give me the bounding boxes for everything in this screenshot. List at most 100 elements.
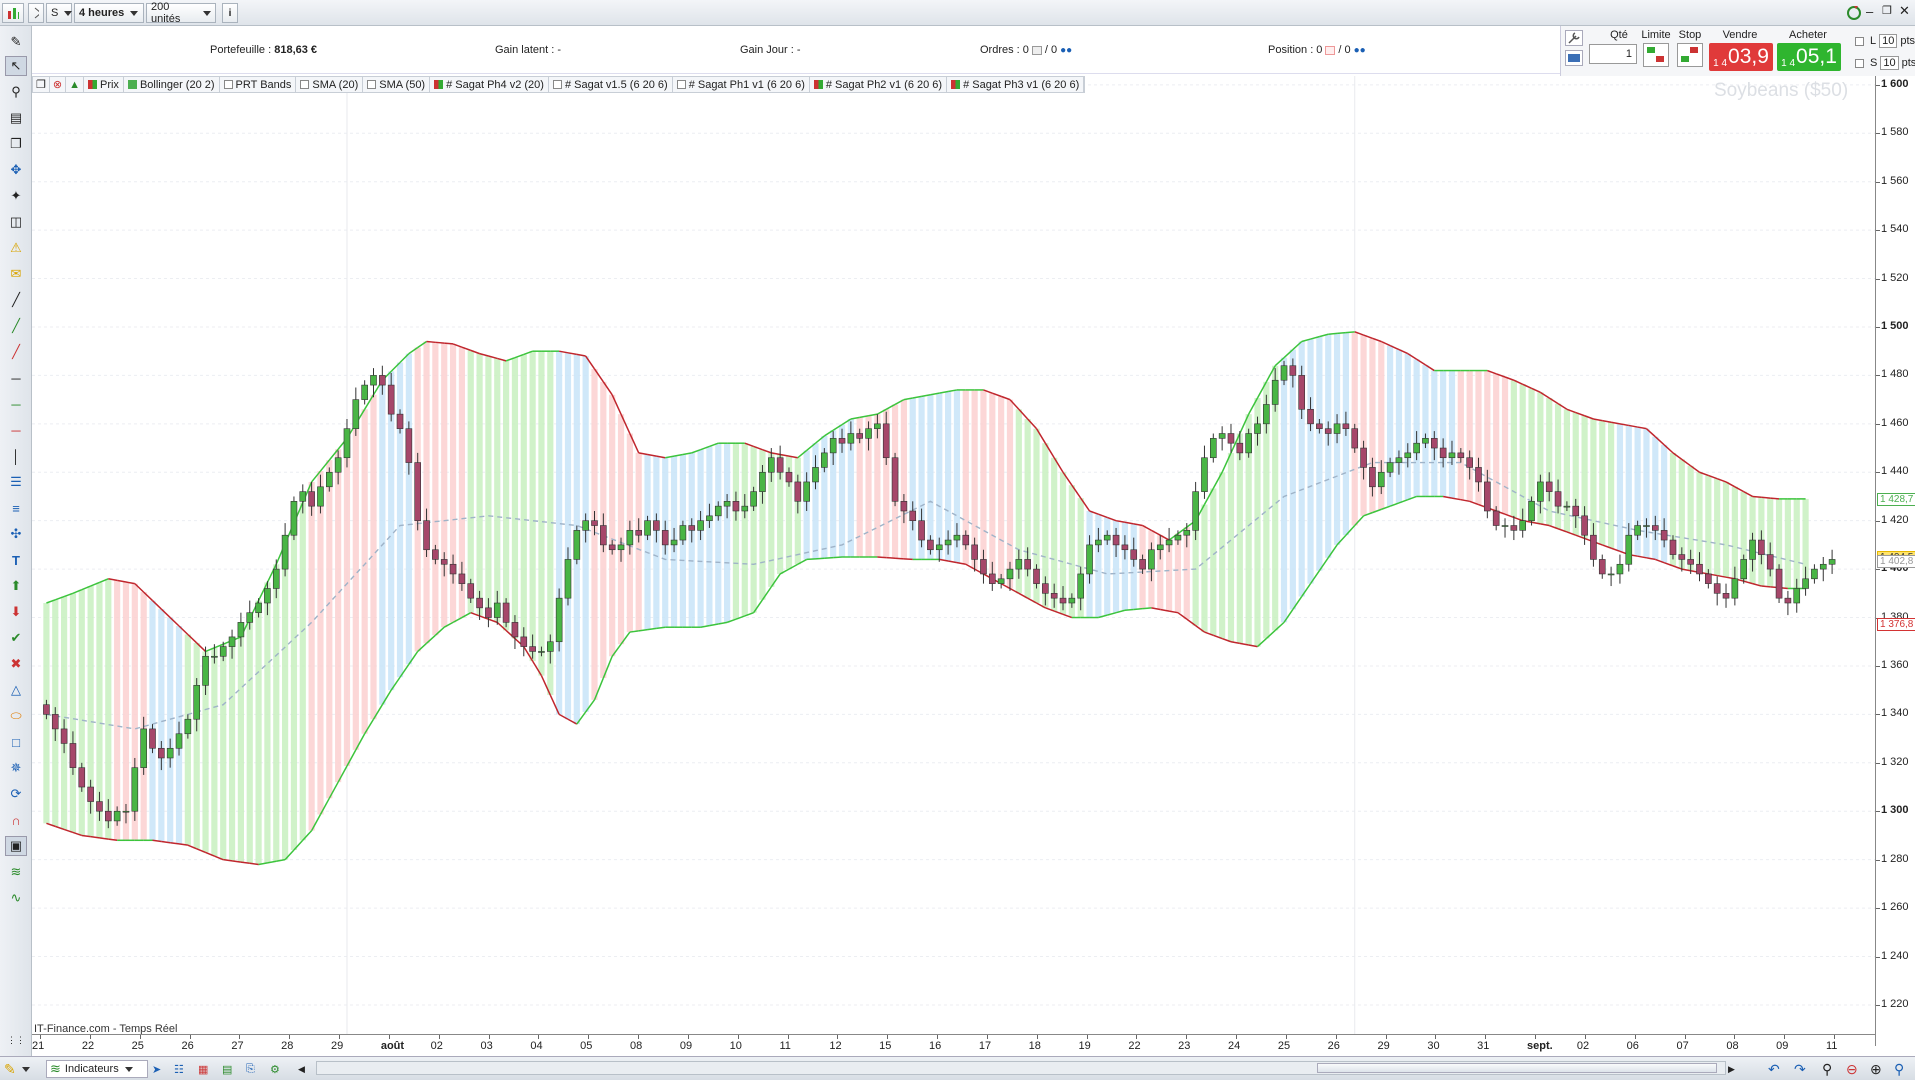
code-icon[interactable]: ▤ bbox=[222, 1060, 238, 1078]
red-line-icon[interactable]: ╱ bbox=[5, 342, 27, 362]
orders-list-icon[interactable] bbox=[1031, 45, 1042, 55]
fan-icon[interactable]: ✣ bbox=[5, 524, 27, 544]
time-axis[interactable]: 21 22 25 26 27 28 29 août 02 03 04 05 08 09 10 11 12 15 16… bbox=[32, 1034, 1875, 1056]
collapse-icon[interactable]: ⋮⋮ bbox=[5, 1030, 27, 1050]
stop-points-input[interactable]: 10 bbox=[1880, 56, 1899, 70]
horizontal-green-icon[interactable]: ─ bbox=[5, 394, 27, 414]
bell-icon[interactable]: ✉ bbox=[5, 264, 27, 284]
draw-menu-icon[interactable]: ✎ bbox=[4, 1060, 38, 1078]
redo-icon[interactable]: ↷ bbox=[1794, 1060, 1812, 1078]
band-stripe bbox=[909, 398, 916, 560]
scroll-left-icon[interactable]: ◀ bbox=[298, 1060, 314, 1078]
timeframe-selector[interactable]: 4 heures bbox=[74, 3, 144, 23]
pitchfork-icon[interactable]: ✵ bbox=[5, 758, 27, 778]
text-icon[interactable]: T bbox=[5, 550, 27, 570]
arrow-down-icon[interactable]: ⬇ bbox=[5, 602, 27, 622]
magic-icon[interactable]: ✦ bbox=[5, 186, 27, 206]
stop-checkbox[interactable] bbox=[1855, 58, 1864, 68]
zoom-out-icon[interactable]: ⊖ bbox=[1846, 1060, 1864, 1078]
minimize-icon[interactable]: – bbox=[1866, 4, 1880, 22]
cycle-icon[interactable]: ⟳ bbox=[5, 784, 27, 804]
backtest-icon[interactable]: ▦ bbox=[198, 1060, 214, 1078]
position-link-icon[interactable]: ●● bbox=[1354, 45, 1366, 56]
legend-item-sagat-ph1[interactable]: # Sagat Ph1 v1 (6 20 6) bbox=[673, 76, 810, 93]
green-line-icon[interactable]: ╱ bbox=[5, 316, 27, 336]
triangle-icon[interactable]: △ bbox=[5, 680, 27, 700]
legend-close-icon[interactable]: ⊗ bbox=[50, 76, 67, 93]
zigzag-icon[interactable]: ∿ bbox=[5, 888, 27, 908]
legend-item-sagat-ph4[interactable]: # Sagat Ph4 v2 (20) bbox=[430, 76, 549, 93]
legend-item-sagat-ph2[interactable]: # Sagat Ph2 v1 (6 20 6) bbox=[810, 76, 948, 93]
legend-item-sagat-v15[interactable]: # Sagat v1.5 (6 20 6) bbox=[549, 76, 673, 93]
keypad-icon[interactable] bbox=[1565, 50, 1583, 66]
refresh-icon[interactable] bbox=[1845, 4, 1863, 22]
cross-icon[interactable]: ✖ bbox=[5, 654, 27, 674]
stop-order-button[interactable] bbox=[1677, 43, 1703, 67]
move-icon[interactable]: ✥ bbox=[5, 160, 27, 180]
cursor-icon[interactable]: ↖ bbox=[5, 56, 27, 76]
wrench-icon[interactable] bbox=[1565, 30, 1583, 46]
candle-body bbox=[228, 636, 236, 647]
undo-icon[interactable]: ↶ bbox=[1768, 1060, 1786, 1078]
legend-item-sagat-ph3[interactable]: # Sagat Ph3 v1 (6 20 6) bbox=[947, 76, 1085, 93]
candle-body bbox=[1289, 365, 1297, 376]
legend-item-bollinger[interactable]: Bollinger (20 2) bbox=[124, 76, 220, 93]
share-icon[interactable]: ➤ bbox=[152, 1060, 168, 1078]
legend-item-prix[interactable]: Prix bbox=[84, 76, 124, 93]
trading-system-icon[interactable]: ⚙ bbox=[270, 1060, 286, 1078]
limit-order-button[interactable] bbox=[1643, 43, 1669, 67]
candle-body bbox=[237, 622, 245, 638]
sell-button[interactable]: 1 4 03,9 bbox=[1709, 43, 1773, 71]
chart-type-icon[interactable] bbox=[2, 3, 24, 23]
zoom-icon[interactable]: ⚲ bbox=[5, 82, 27, 102]
price-axis[interactable]: 1 600 1 580 1 560 1 540 1 520 1 500 1 480 1 460… bbox=[1875, 76, 1915, 1046]
units-selector[interactable]: 200 unités bbox=[146, 1, 216, 25]
symbol-selector[interactable]: S bbox=[46, 3, 73, 23]
legend-item-prt-bands[interactable]: PRT Bands bbox=[220, 76, 297, 93]
scrollbar-track[interactable] bbox=[316, 1061, 1726, 1075]
line-icon[interactable]: ╱ bbox=[5, 290, 27, 310]
channel-icon[interactable]: ☰ bbox=[5, 472, 27, 492]
zoom-fit-icon[interactable]: ⚲ bbox=[1822, 1060, 1840, 1078]
zoom-reset-icon[interactable]: ⚲ bbox=[1894, 1060, 1912, 1078]
check-icon[interactable]: ✔ bbox=[5, 628, 27, 648]
candle-body bbox=[617, 544, 625, 551]
scrollbar-thumb[interactable] bbox=[1317, 1063, 1717, 1073]
ellipse-icon[interactable]: ⬭ bbox=[5, 706, 27, 726]
legend-up-icon[interactable]: ▲ bbox=[66, 76, 84, 93]
indicators-button[interactable]: ≋ Indicateurs bbox=[46, 1060, 148, 1078]
limit-checkbox[interactable] bbox=[1855, 36, 1864, 46]
horizontal-red-icon[interactable]: ─ bbox=[5, 420, 27, 440]
copy-icon[interactable]: ❐ bbox=[5, 134, 27, 154]
trash-icon[interactable]: ◫ bbox=[5, 212, 27, 232]
close-icon[interactable]: ✕ bbox=[1899, 3, 1913, 21]
info-button[interactable]: i bbox=[222, 3, 238, 23]
alert-icon[interactable]: ⚠ bbox=[5, 238, 27, 258]
legend-item-sma-50[interactable]: SMA (50) bbox=[363, 76, 431, 93]
limit-points-input[interactable]: 10 bbox=[1879, 34, 1898, 48]
export-icon[interactable]: ⎘ bbox=[246, 1060, 262, 1078]
zoom-in-icon[interactable]: ⊕ bbox=[1870, 1060, 1888, 1078]
buy-button[interactable]: 1 4 05,1 bbox=[1777, 43, 1841, 71]
orders-link-icon[interactable]: ●● bbox=[1060, 45, 1072, 56]
pencil-icon[interactable]: ✎ bbox=[5, 32, 27, 52]
arrow-up-icon[interactable]: ⬆ bbox=[5, 576, 27, 596]
fibonacci-icon[interactable]: ≡ bbox=[5, 498, 27, 518]
qty-input[interactable]: 1 bbox=[1589, 44, 1637, 64]
vertical-line-icon[interactable]: │ bbox=[5, 446, 27, 466]
price-chart[interactable] bbox=[32, 76, 1875, 1034]
magnet-icon[interactable]: ∩ bbox=[5, 810, 27, 830]
indicator-line-icon[interactable]: ≋ bbox=[5, 862, 27, 882]
candle-body bbox=[414, 462, 422, 521]
screener-icon[interactable]: ☷ bbox=[174, 1060, 190, 1078]
lock-icon[interactable]: ▣ bbox=[5, 836, 27, 856]
link-icon[interactable] bbox=[28, 3, 44, 23]
restore-icon[interactable]: ❐ bbox=[1882, 4, 1896, 22]
legend-item-sma-20[interactable]: SMA (20) bbox=[296, 76, 364, 93]
rectangle-icon[interactable]: □ bbox=[5, 732, 27, 752]
horizontal-line-icon[interactable]: ─ bbox=[5, 368, 27, 388]
position-close-icon[interactable] bbox=[1325, 45, 1336, 55]
scroll-right-icon[interactable]: ▶ bbox=[1728, 1060, 1744, 1078]
ruler-icon[interactable]: ▤ bbox=[5, 108, 27, 128]
legend-window-icon[interactable]: ❐ bbox=[33, 76, 50, 93]
